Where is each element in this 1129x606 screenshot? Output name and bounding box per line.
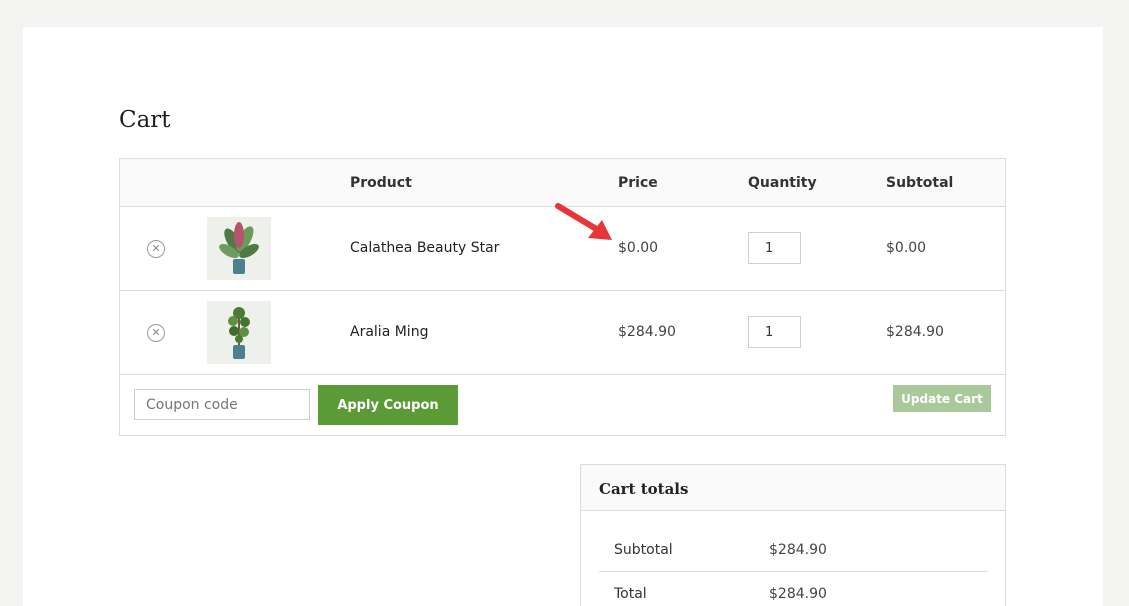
plant-icon — [228, 307, 250, 359]
product-name-link[interactable]: Calathea Beauty Star — [350, 240, 499, 256]
product-thumbnail[interactable] — [207, 301, 271, 364]
header-product: Product — [350, 175, 412, 191]
subtotal-value: $284.90 — [769, 542, 827, 558]
product-thumbnail[interactable] — [207, 217, 271, 280]
page-title: Cart — [119, 107, 171, 133]
product-subtotal: $284.90 — [886, 324, 944, 340]
total-label: Total — [614, 586, 647, 602]
cart-totals: Cart totals Subtotal $284.90 Total $284.… — [580, 464, 1006, 606]
table-row: ✕ Aralia Ming $284.90 $284.90 — [120, 291, 1005, 375]
totals-row-subtotal: Subtotal $284.90 — [599, 529, 988, 572]
product-price: $284.90 — [618, 324, 676, 340]
page-container: Cart Product Price Quantity Subtotal ✕ C… — [23, 27, 1103, 606]
coupon-code-input[interactable] — [134, 389, 310, 420]
cart-totals-header: Cart totals — [581, 465, 1005, 511]
header-price: Price — [618, 175, 658, 191]
product-subtotal: $0.00 — [886, 240, 927, 256]
remove-item-icon[interactable]: ✕ — [147, 240, 165, 258]
product-name-link[interactable]: Aralia Ming — [350, 324, 428, 340]
update-cart-button[interactable]: Update Cart — [893, 385, 991, 412]
totals-row-total: Total $284.90 — [599, 573, 988, 606]
cart-totals-title: Cart totals — [599, 480, 689, 498]
total-value: $284.90 — [769, 586, 827, 602]
quantity-input[interactable] — [748, 232, 801, 264]
subtotal-label: Subtotal — [614, 542, 673, 558]
apply-coupon-button[interactable]: Apply Coupon — [318, 385, 458, 425]
product-price: $0.00 — [618, 240, 659, 256]
quantity-input[interactable] — [748, 316, 801, 348]
plant-icon — [219, 222, 259, 274]
header-quantity: Quantity — [748, 175, 817, 191]
cart-actions: Apply Coupon Update Cart — [120, 375, 1005, 435]
annotation-arrow-icon — [555, 203, 612, 240]
header-subtotal: Subtotal — [886, 175, 954, 191]
remove-item-icon[interactable]: ✕ — [147, 324, 165, 342]
